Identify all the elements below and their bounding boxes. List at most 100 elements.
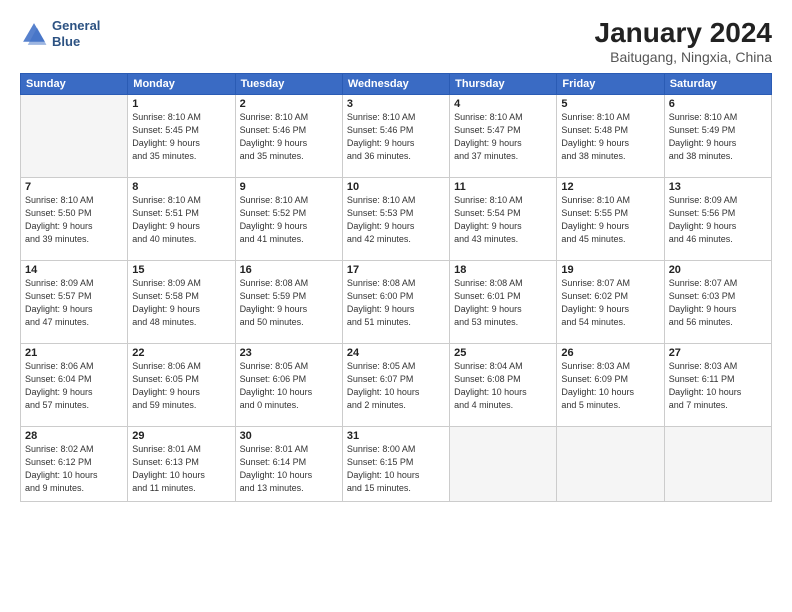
- calendar-cell: 21Sunrise: 8:06 AMSunset: 6:04 PMDayligh…: [21, 343, 128, 426]
- day-number: 12: [561, 181, 659, 193]
- calendar-cell: 19Sunrise: 8:07 AMSunset: 6:02 PMDayligh…: [557, 260, 664, 343]
- day-info: Sunrise: 8:08 AMSunset: 5:59 PMDaylight:…: [240, 277, 338, 329]
- calendar-cell: 20Sunrise: 8:07 AMSunset: 6:03 PMDayligh…: [664, 260, 771, 343]
- calendar-cell: 16Sunrise: 8:08 AMSunset: 5:59 PMDayligh…: [235, 260, 342, 343]
- day-info: Sunrise: 8:05 AMSunset: 6:06 PMDaylight:…: [240, 360, 338, 412]
- day-number: 30: [240, 430, 338, 442]
- weekday-header-thursday: Thursday: [450, 73, 557, 94]
- day-info: Sunrise: 8:10 AMSunset: 5:55 PMDaylight:…: [561, 194, 659, 246]
- calendar-cell: 9Sunrise: 8:10 AMSunset: 5:52 PMDaylight…: [235, 177, 342, 260]
- weekday-header-tuesday: Tuesday: [235, 73, 342, 94]
- calendar-cell: 25Sunrise: 8:04 AMSunset: 6:08 PMDayligh…: [450, 343, 557, 426]
- day-number: 8: [132, 181, 230, 193]
- day-info: Sunrise: 8:10 AMSunset: 5:52 PMDaylight:…: [240, 194, 338, 246]
- weekday-header-wednesday: Wednesday: [342, 73, 449, 94]
- calendar-cell: 12Sunrise: 8:10 AMSunset: 5:55 PMDayligh…: [557, 177, 664, 260]
- calendar-cell: 6Sunrise: 8:10 AMSunset: 5:49 PMDaylight…: [664, 94, 771, 177]
- calendar-cell: 26Sunrise: 8:03 AMSunset: 6:09 PMDayligh…: [557, 343, 664, 426]
- calendar-cell: 5Sunrise: 8:10 AMSunset: 5:48 PMDaylight…: [557, 94, 664, 177]
- day-info: Sunrise: 8:03 AMSunset: 6:09 PMDaylight:…: [561, 360, 659, 412]
- day-info: Sunrise: 8:08 AMSunset: 6:01 PMDaylight:…: [454, 277, 552, 329]
- calendar-cell: 15Sunrise: 8:09 AMSunset: 5:58 PMDayligh…: [128, 260, 235, 343]
- day-number: 4: [454, 98, 552, 110]
- day-info: Sunrise: 8:10 AMSunset: 5:54 PMDaylight:…: [454, 194, 552, 246]
- day-number: 3: [347, 98, 445, 110]
- calendar-cell: 11Sunrise: 8:10 AMSunset: 5:54 PMDayligh…: [450, 177, 557, 260]
- day-info: Sunrise: 8:07 AMSunset: 6:02 PMDaylight:…: [561, 277, 659, 329]
- day-number: 26: [561, 347, 659, 359]
- day-info: Sunrise: 8:01 AMSunset: 6:14 PMDaylight:…: [240, 443, 338, 495]
- calendar-cell: 14Sunrise: 8:09 AMSunset: 5:57 PMDayligh…: [21, 260, 128, 343]
- calendar-cell: 2Sunrise: 8:10 AMSunset: 5:46 PMDaylight…: [235, 94, 342, 177]
- calendar-week-row: 7Sunrise: 8:10 AMSunset: 5:50 PMDaylight…: [21, 177, 772, 260]
- calendar-cell: [557, 426, 664, 501]
- day-number: 19: [561, 264, 659, 276]
- day-number: 27: [669, 347, 767, 359]
- day-number: 24: [347, 347, 445, 359]
- calendar-title: January 2024: [595, 18, 772, 49]
- day-number: 10: [347, 181, 445, 193]
- day-info: Sunrise: 8:10 AMSunset: 5:46 PMDaylight:…: [240, 111, 338, 163]
- day-number: 29: [132, 430, 230, 442]
- weekday-header-friday: Friday: [557, 73, 664, 94]
- weekday-header-row: SundayMondayTuesdayWednesdayThursdayFrid…: [21, 73, 772, 94]
- day-info: Sunrise: 8:03 AMSunset: 6:11 PMDaylight:…: [669, 360, 767, 412]
- day-info: Sunrise: 8:10 AMSunset: 5:53 PMDaylight:…: [347, 194, 445, 246]
- calendar-cell: 1Sunrise: 8:10 AMSunset: 5:45 PMDaylight…: [128, 94, 235, 177]
- day-info: Sunrise: 8:00 AMSunset: 6:15 PMDaylight:…: [347, 443, 445, 495]
- calendar-week-row: 1Sunrise: 8:10 AMSunset: 5:45 PMDaylight…: [21, 94, 772, 177]
- calendar-cell: 27Sunrise: 8:03 AMSunset: 6:11 PMDayligh…: [664, 343, 771, 426]
- day-info: Sunrise: 8:10 AMSunset: 5:48 PMDaylight:…: [561, 111, 659, 163]
- title-block: January 2024 Baitugang, Ningxia, China: [595, 18, 772, 65]
- logo-text: General Blue: [52, 18, 100, 49]
- day-number: 25: [454, 347, 552, 359]
- weekday-header-saturday: Saturday: [664, 73, 771, 94]
- logo-icon: [20, 20, 48, 48]
- day-number: 9: [240, 181, 338, 193]
- calendar-cell: 24Sunrise: 8:05 AMSunset: 6:07 PMDayligh…: [342, 343, 449, 426]
- day-info: Sunrise: 8:10 AMSunset: 5:46 PMDaylight:…: [347, 111, 445, 163]
- day-number: 2: [240, 98, 338, 110]
- calendar-page: General Blue January 2024 Baitugang, Nin…: [0, 0, 792, 612]
- calendar-cell: 28Sunrise: 8:02 AMSunset: 6:12 PMDayligh…: [21, 426, 128, 501]
- calendar-week-row: 28Sunrise: 8:02 AMSunset: 6:12 PMDayligh…: [21, 426, 772, 501]
- day-info: Sunrise: 8:10 AMSunset: 5:47 PMDaylight:…: [454, 111, 552, 163]
- calendar-cell: 4Sunrise: 8:10 AMSunset: 5:47 PMDaylight…: [450, 94, 557, 177]
- calendar-header: SundayMondayTuesdayWednesdayThursdayFrid…: [21, 73, 772, 94]
- calendar-cell: 17Sunrise: 8:08 AMSunset: 6:00 PMDayligh…: [342, 260, 449, 343]
- day-info: Sunrise: 8:07 AMSunset: 6:03 PMDaylight:…: [669, 277, 767, 329]
- calendar-cell: 7Sunrise: 8:10 AMSunset: 5:50 PMDaylight…: [21, 177, 128, 260]
- day-number: 14: [25, 264, 123, 276]
- day-number: 18: [454, 264, 552, 276]
- day-info: Sunrise: 8:02 AMSunset: 6:12 PMDaylight:…: [25, 443, 123, 495]
- day-number: 28: [25, 430, 123, 442]
- calendar-cell: 31Sunrise: 8:00 AMSunset: 6:15 PMDayligh…: [342, 426, 449, 501]
- calendar-cell: 13Sunrise: 8:09 AMSunset: 5:56 PMDayligh…: [664, 177, 771, 260]
- day-number: 31: [347, 430, 445, 442]
- calendar-table: SundayMondayTuesdayWednesdayThursdayFrid…: [20, 73, 772, 502]
- day-number: 1: [132, 98, 230, 110]
- day-number: 5: [561, 98, 659, 110]
- day-info: Sunrise: 8:08 AMSunset: 6:00 PMDaylight:…: [347, 277, 445, 329]
- calendar-cell: 10Sunrise: 8:10 AMSunset: 5:53 PMDayligh…: [342, 177, 449, 260]
- day-number: 17: [347, 264, 445, 276]
- logo: General Blue: [20, 18, 100, 49]
- calendar-week-row: 21Sunrise: 8:06 AMSunset: 6:04 PMDayligh…: [21, 343, 772, 426]
- day-info: Sunrise: 8:10 AMSunset: 5:50 PMDaylight:…: [25, 194, 123, 246]
- day-number: 16: [240, 264, 338, 276]
- day-info: Sunrise: 8:10 AMSunset: 5:49 PMDaylight:…: [669, 111, 767, 163]
- day-info: Sunrise: 8:10 AMSunset: 5:51 PMDaylight:…: [132, 194, 230, 246]
- day-info: Sunrise: 8:06 AMSunset: 6:04 PMDaylight:…: [25, 360, 123, 412]
- day-number: 22: [132, 347, 230, 359]
- logo-line1: General: [52, 18, 100, 34]
- weekday-header-monday: Monday: [128, 73, 235, 94]
- day-info: Sunrise: 8:01 AMSunset: 6:13 PMDaylight:…: [132, 443, 230, 495]
- calendar-cell: 18Sunrise: 8:08 AMSunset: 6:01 PMDayligh…: [450, 260, 557, 343]
- day-number: 21: [25, 347, 123, 359]
- day-info: Sunrise: 8:10 AMSunset: 5:45 PMDaylight:…: [132, 111, 230, 163]
- day-number: 6: [669, 98, 767, 110]
- day-number: 20: [669, 264, 767, 276]
- calendar-location: Baitugang, Ningxia, China: [595, 49, 772, 65]
- day-info: Sunrise: 8:06 AMSunset: 6:05 PMDaylight:…: [132, 360, 230, 412]
- day-number: 7: [25, 181, 123, 193]
